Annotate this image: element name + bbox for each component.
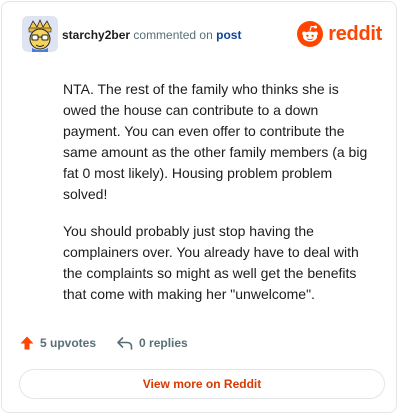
reddit-logo-icon — [297, 21, 324, 47]
reddit-brand[interactable]: reddit — [297, 21, 382, 47]
post-link[interactable]: post — [216, 28, 241, 42]
comment-header: starchy2ber commented on post — [62, 27, 241, 43]
comment-embed-card: starchy2ber commented on post reddit NTA… — [1, 1, 397, 413]
comment-paragraph: You should probably just stop having the… — [63, 223, 359, 302]
upvote-count: 5 upvotes — [40, 336, 97, 350]
username[interactable]: starchy2ber — [62, 28, 130, 42]
comment-actions: 5 upvotes 0 replies — [19, 335, 188, 351]
view-more-button[interactable]: View more on Reddit — [19, 369, 385, 399]
reply-button[interactable]: 0 replies — [116, 335, 188, 351]
upvote-arrow-icon — [20, 336, 34, 350]
comment-action-text: commented on — [133, 28, 213, 42]
reply-count: 0 replies — [139, 336, 188, 350]
brand-wordmark: reddit — [328, 23, 382, 45]
reply-arrow-icon — [117, 337, 133, 350]
upvote-button[interactable]: 5 upvotes — [19, 335, 96, 351]
user-avatar-icon[interactable] — [22, 16, 58, 52]
comment-body: NTA. The rest of the family who thinks s… — [63, 79, 373, 321]
comment-paragraph: NTA. The rest of the family who thinks s… — [63, 81, 368, 202]
